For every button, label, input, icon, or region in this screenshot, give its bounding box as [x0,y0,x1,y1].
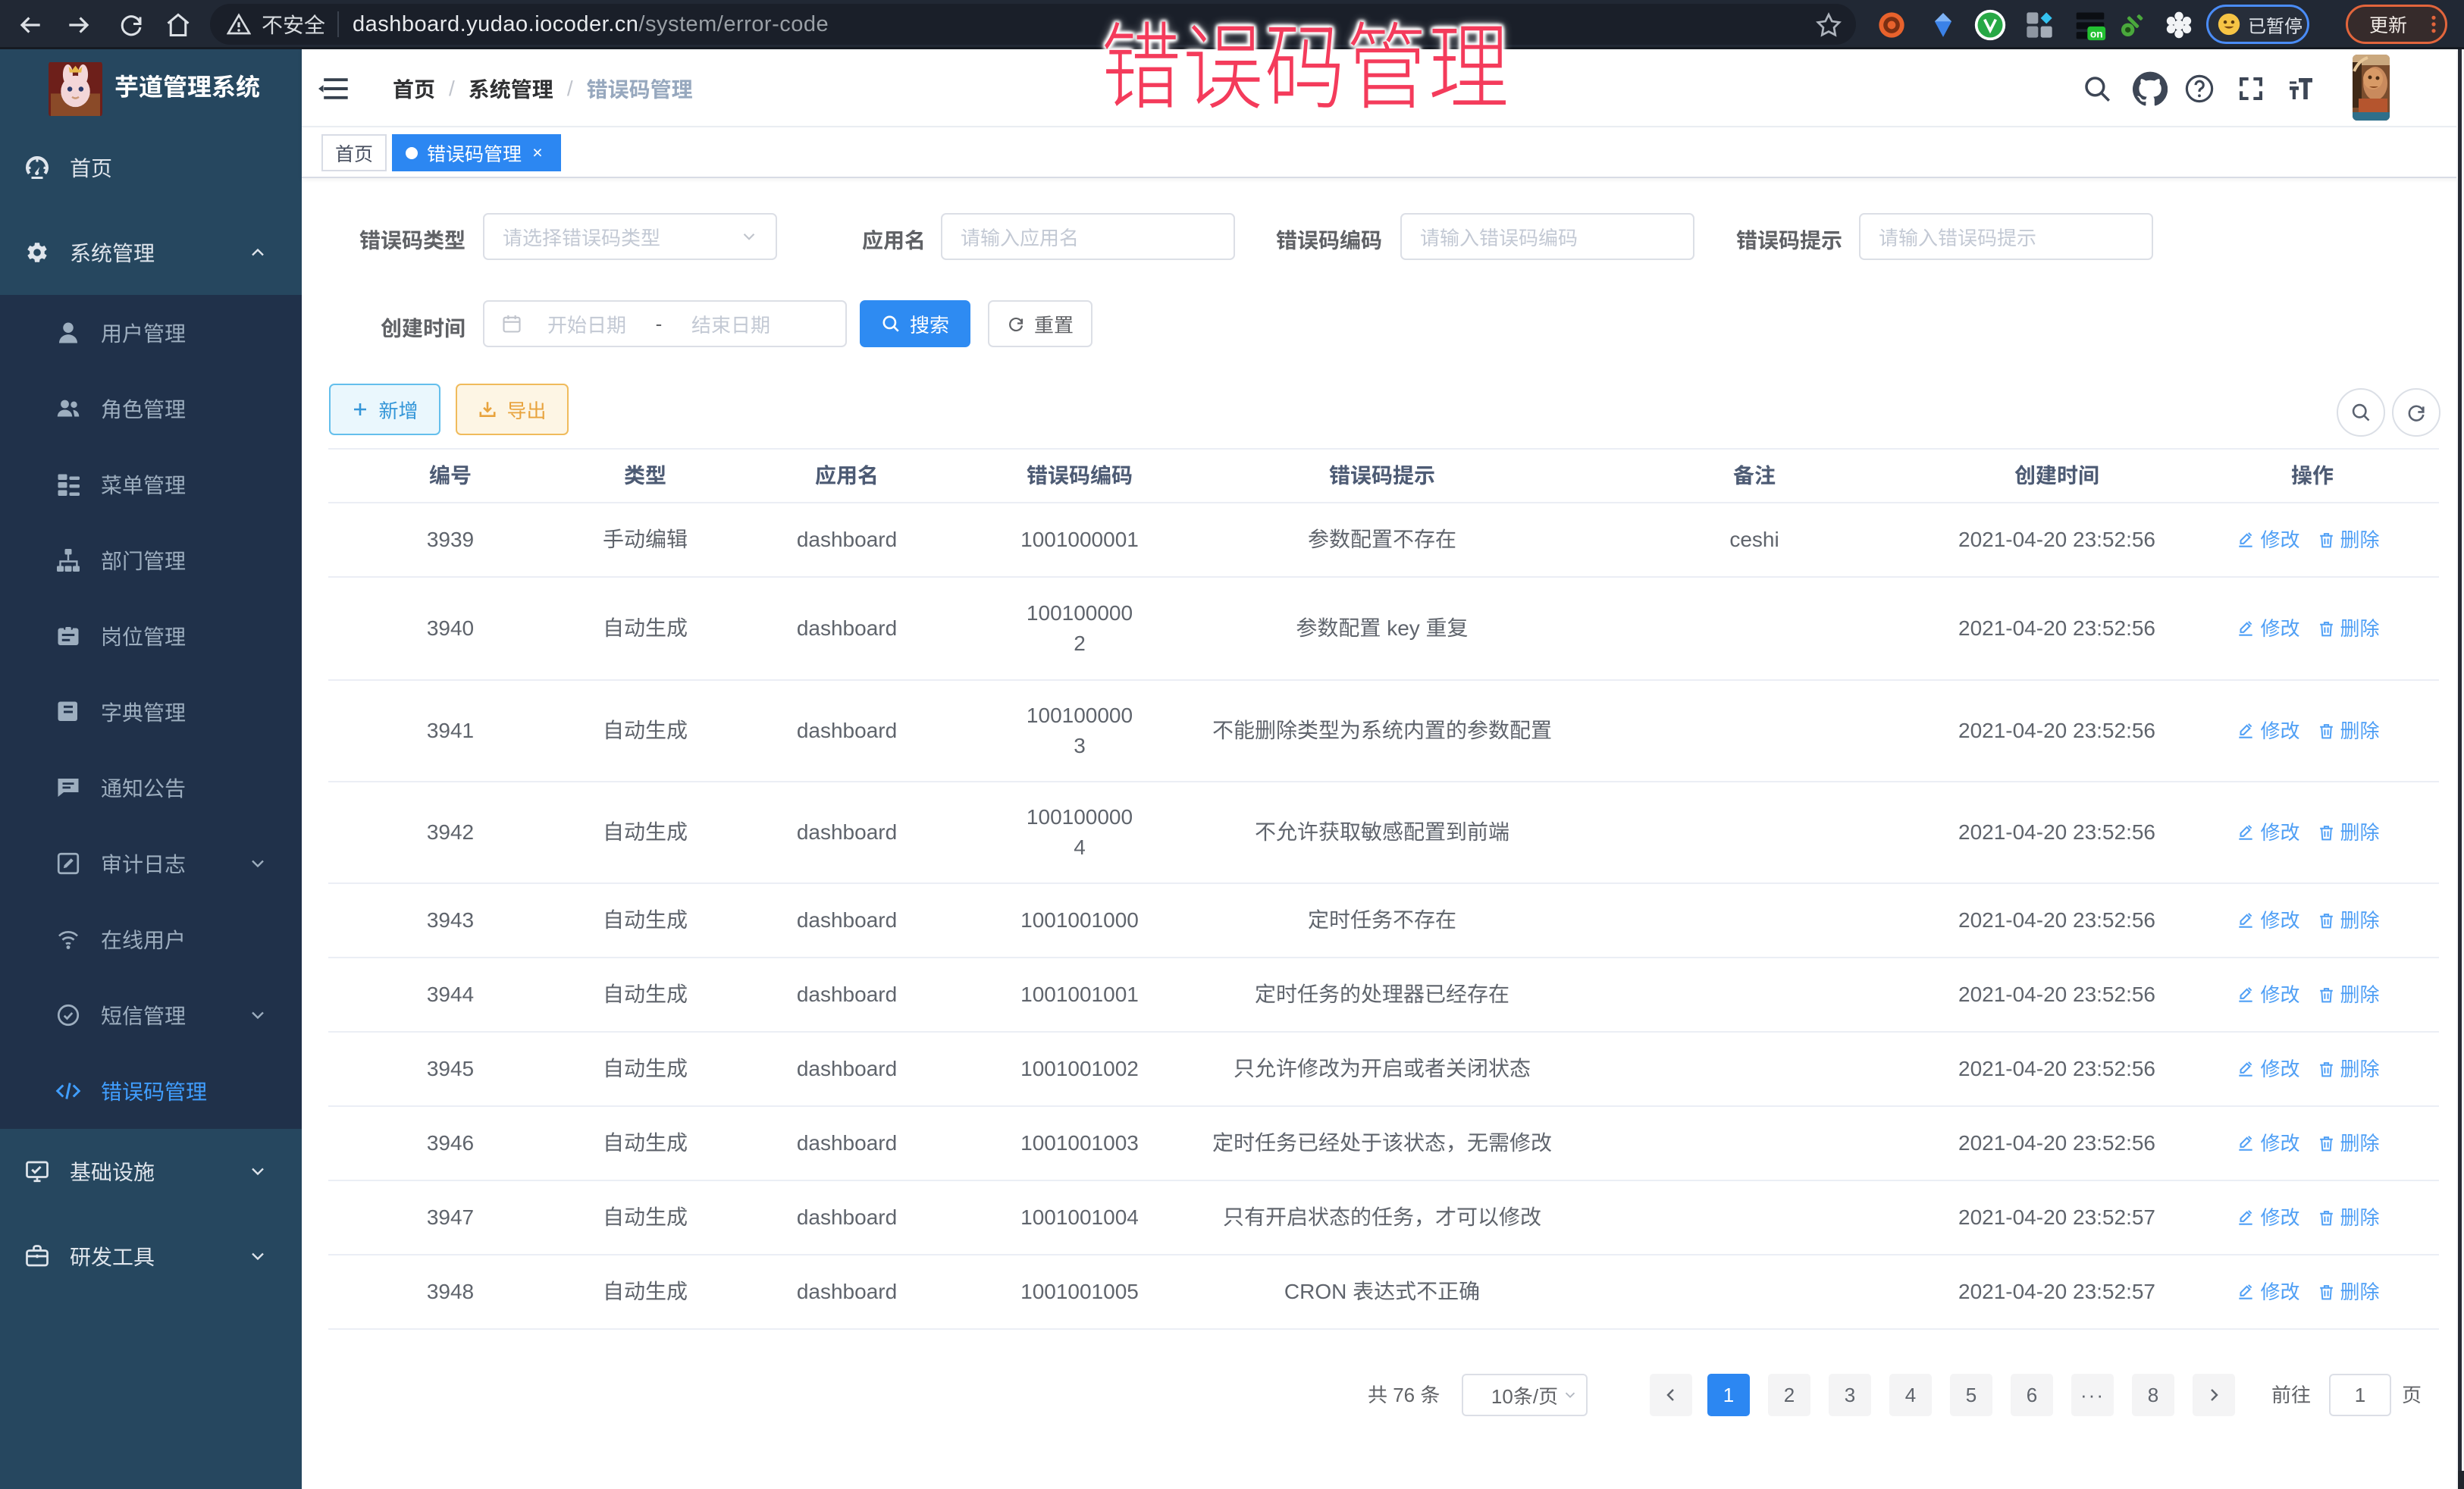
svg-text:on: on [2090,28,2103,39]
